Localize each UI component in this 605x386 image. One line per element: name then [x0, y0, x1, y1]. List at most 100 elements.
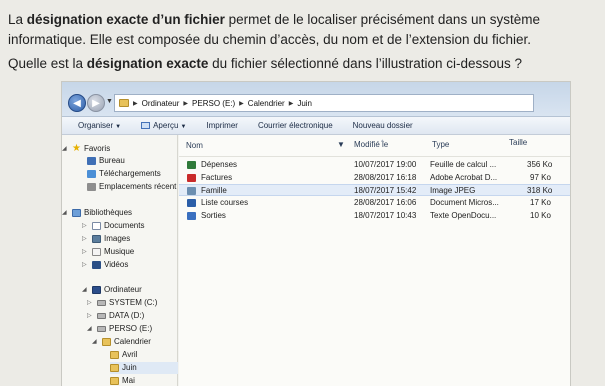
tree-item-data[interactable]: ▷ DATA (D:)	[87, 310, 144, 322]
expand-triangle-icon[interactable]: ◢	[82, 284, 89, 296]
intro-bold: désignation exacte d’un fichier	[26, 12, 225, 27]
odt-doc-icon	[187, 212, 196, 220]
breadcrumb-calendrier[interactable]: Calendrier	[248, 99, 285, 108]
question-text: La désignation exacte d’un fichier perme…	[8, 10, 600, 78]
tree-item-ordinateur[interactable]: ◢ Ordinateur	[82, 284, 142, 296]
file-row[interactable]: Dépenses 10/07/2017 19:00 Feuille de cal…	[179, 159, 570, 171]
music-icon	[92, 248, 101, 256]
breadcrumb-separator-icon[interactable]: ▶	[133, 100, 138, 107]
file-size: 318 Ko	[527, 186, 553, 195]
folder-icon	[119, 99, 129, 107]
tree-label: DATA (D:)	[109, 311, 145, 320]
videos-icon	[92, 261, 101, 269]
collapse-triangle-icon[interactable]: ▷	[82, 233, 89, 245]
collapse-triangle-icon[interactable]: ▷	[87, 297, 94, 309]
tree-item-perso[interactable]: ◢ PERSO (E:)	[87, 323, 152, 335]
organiser-label: Organiser	[78, 121, 114, 130]
tree-item-bibliotheques[interactable]: ◢ Bibliothèques	[62, 207, 132, 219]
prompt-suffix: du fichier sélectionné dans l’illustrati…	[208, 56, 523, 71]
file-date: 10/07/2017 19:00	[354, 160, 417, 169]
intro-prefix: La	[8, 12, 27, 27]
collapse-triangle-icon[interactable]: ▷	[82, 220, 89, 232]
pdf-icon	[187, 174, 196, 182]
tree-item-telechargements[interactable]: Téléchargements	[87, 168, 161, 180]
file-size: 17 Ko	[530, 198, 551, 207]
pictures-icon	[92, 235, 101, 243]
imprimer-button[interactable]: Imprimer	[206, 121, 238, 130]
forward-arrow-icon[interactable]: ▶	[87, 94, 105, 112]
file-name: Sorties	[201, 211, 226, 220]
prompt-bold: désignation exacte	[86, 56, 209, 71]
expand-triangle-icon[interactable]: ◢	[92, 336, 99, 348]
tree-item-mai[interactable]: Mai	[110, 375, 135, 386]
file-row[interactable]: Factures 28/08/2017 16:18 Adobe Acrobat …	[179, 172, 570, 184]
file-row-selected[interactable]: Famille 18/07/2017 15:42 Image JPEG 318 …	[179, 184, 570, 196]
breadcrumb-ordinateur[interactable]: Ordinateur	[142, 99, 180, 108]
breadcrumb-juin[interactable]: Juin	[297, 99, 312, 108]
tree-item-documents[interactable]: ▷ Documents	[82, 220, 144, 232]
question-intro: La désignation exacte d’un fichier perme…	[8, 10, 600, 50]
folder-icon	[110, 377, 119, 385]
tree-item-emplacements[interactable]: Emplacements récent	[87, 181, 176, 193]
tree-label: Juin	[122, 363, 137, 372]
tree-item-avril[interactable]: Avril	[110, 349, 137, 361]
tree-item-system[interactable]: ▷ SYSTEM (C:)	[87, 297, 157, 309]
breadcrumb-separator-icon[interactable]: ▶	[239, 100, 244, 107]
collapse-triangle-icon[interactable]: ▷	[87, 310, 94, 322]
expand-triangle-icon[interactable]: ◢	[87, 323, 94, 335]
column-header-taille[interactable]: Taille	[509, 138, 527, 147]
image-file-icon	[187, 187, 196, 195]
star-icon: ★	[72, 143, 81, 154]
expand-triangle-icon[interactable]: ◢	[62, 207, 69, 219]
tree-item-bureau[interactable]: Bureau	[87, 155, 125, 167]
courrier-button[interactable]: Courrier électronique	[258, 121, 333, 130]
column-header-type[interactable]: Type	[432, 140, 449, 149]
nouveau-dossier-button[interactable]: Nouveau dossier	[353, 121, 413, 130]
spreadsheet-icon	[187, 161, 196, 169]
file-type: Image JPEG	[430, 186, 476, 195]
breadcrumb-separator-icon[interactable]: ▶	[289, 100, 294, 107]
file-date: 18/07/2017 15:42	[354, 186, 417, 195]
chevron-down-icon: ▼	[115, 124, 122, 130]
tree-item-calendrier[interactable]: ◢ Calendrier	[92, 336, 151, 348]
tree-label: Favoris	[83, 144, 111, 153]
organiser-menu[interactable]: Organiser ▼	[78, 121, 121, 130]
breadcrumb-separator-icon[interactable]: ▶	[183, 100, 188, 107]
tree-item-videos[interactable]: ▷ Vidéos	[82, 259, 128, 271]
drive-icon	[97, 326, 106, 332]
file-date: 18/07/2017 10:43	[354, 211, 417, 220]
folder-icon	[110, 364, 119, 372]
collapse-triangle-icon[interactable]: ▷	[82, 246, 89, 258]
column-header-row: ^ Nom ▼ Modifié le Type Taille	[179, 135, 570, 157]
tree-item-musique[interactable]: ▷ Musique	[82, 246, 134, 258]
download-icon	[87, 170, 96, 178]
preview-icon	[141, 122, 151, 129]
tree-label: Ordinateur	[104, 285, 142, 294]
file-row[interactable]: Sorties 18/07/2017 10:43 Texte OpenDocu.…	[179, 210, 570, 222]
question-prompt: Quelle est la désignation exacte du fich…	[8, 54, 600, 74]
tree-label: Téléchargements	[99, 169, 161, 178]
file-type: Adobe Acrobat D...	[430, 173, 498, 182]
apercu-menu[interactable]: Aperçu ▼	[141, 121, 186, 130]
collapse-triangle-icon[interactable]: ▷	[82, 259, 89, 271]
history-dropdown-icon[interactable]: ▼	[106, 98, 113, 105]
expand-triangle-icon[interactable]: ◢	[62, 143, 69, 155]
file-type: Feuille de calcul ...	[430, 160, 497, 169]
address-bar-area: ◀ ▶ ▼ ▶ Ordinateur ▶ PERSO (E:) ▶ Calend…	[62, 82, 570, 117]
column-header-modifie[interactable]: Modifié le	[354, 140, 388, 149]
tree-item-juin[interactable]: Juin	[110, 362, 178, 374]
file-row[interactable]: Liste courses 28/08/2017 16:06 Document …	[179, 197, 570, 209]
tree-label: Images	[104, 234, 131, 243]
sort-dropdown-icon[interactable]: ▼	[337, 140, 345, 149]
file-type: Texte OpenDocu...	[430, 211, 497, 220]
command-toolbar: Organiser ▼ Aperçu ▼ Imprimer Courrier éle…	[62, 117, 570, 135]
column-header-nom[interactable]: Nom	[186, 141, 203, 150]
breadcrumb[interactable]: ▶ Ordinateur ▶ PERSO (E:) ▶ Calendrier ▶…	[114, 94, 534, 112]
tree-item-images[interactable]: ▷ Images	[82, 233, 130, 245]
tree-label: Bureau	[99, 156, 125, 165]
file-explorer-window: ◀ ▶ ▼ ▶ Ordinateur ▶ PERSO (E:) ▶ Calend…	[62, 82, 570, 386]
tree-item-favoris[interactable]: ◢ ★ Favoris	[62, 143, 110, 155]
back-arrow-icon[interactable]: ◀	[68, 94, 86, 112]
breadcrumb-perso[interactable]: PERSO (E:)	[192, 99, 235, 108]
apercu-label: Aperçu	[153, 121, 179, 130]
